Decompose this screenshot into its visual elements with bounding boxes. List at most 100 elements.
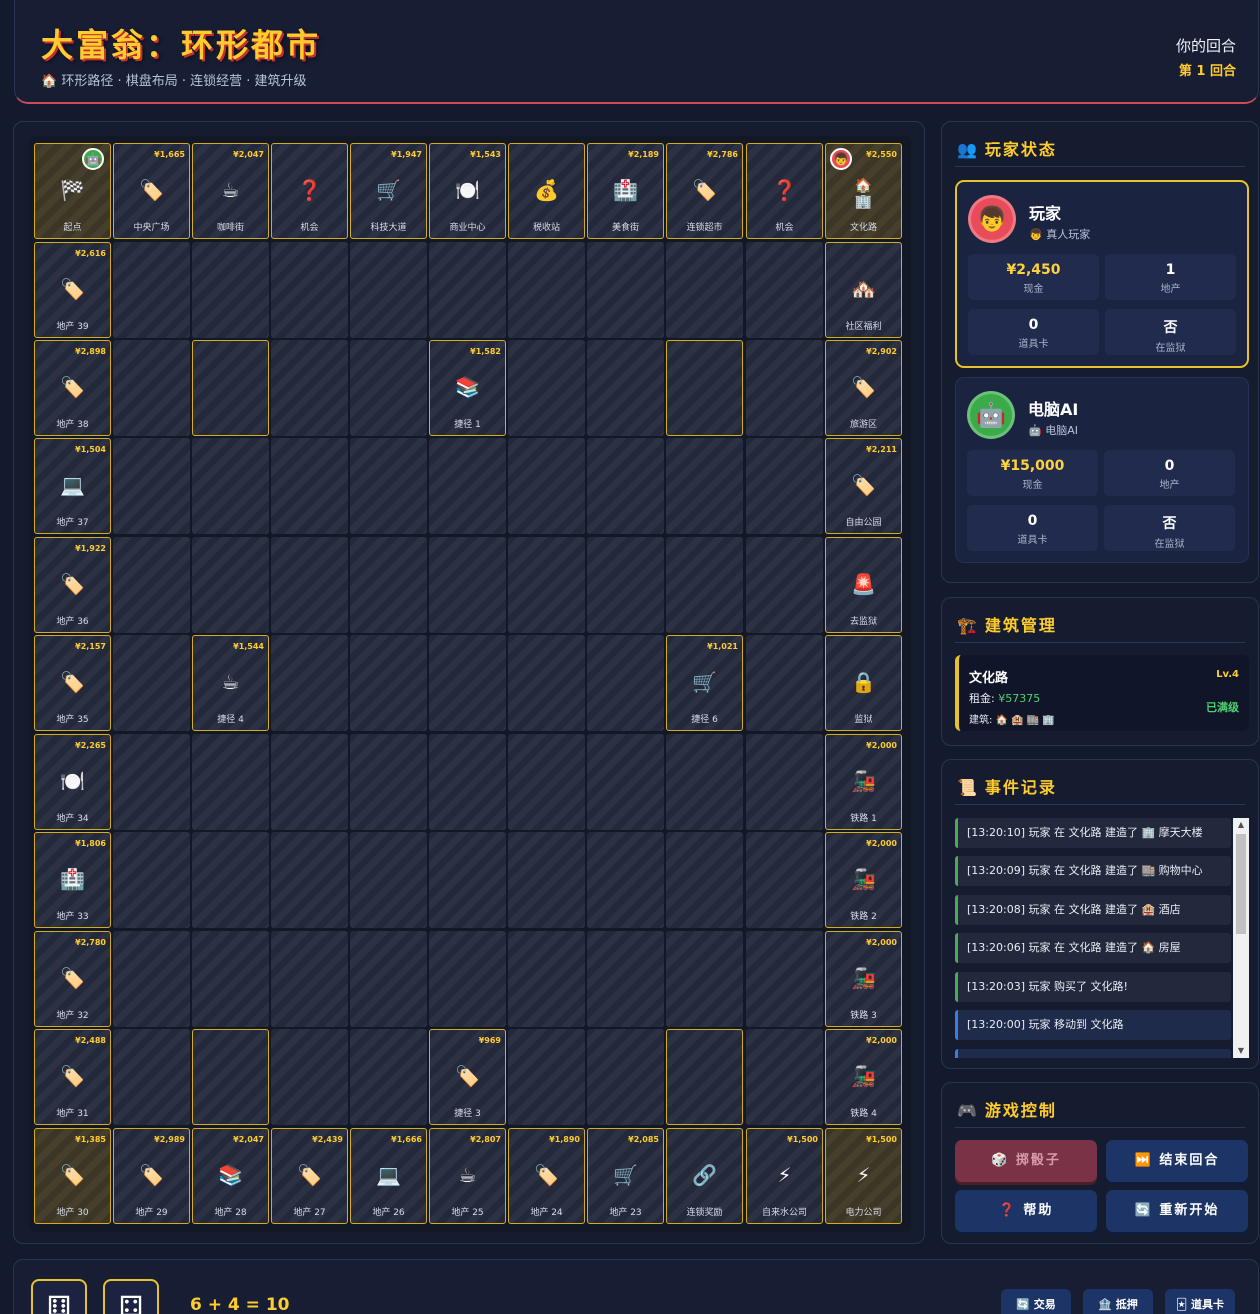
inner-cell	[746, 537, 823, 633]
property-tile[interactable]: ¥2,989 🏷️ 地产 29	[113, 1128, 190, 1224]
property-tile[interactable]: ¥2,807 ☕ 地产 25	[429, 1128, 506, 1224]
tile-price: ¥2,898	[75, 347, 106, 356]
property-tile[interactable]: ¥2,786 🏷️ 连锁超市	[666, 143, 743, 239]
inner-cell	[429, 832, 506, 928]
tile-price: ¥2,488	[75, 1036, 106, 1045]
restart-button[interactable]: 🔄 重新开始	[1106, 1190, 1248, 1232]
inner-cell	[271, 438, 348, 534]
building-card[interactable]: 文化路 Lv.4 租金: ¥57375 建筑: 🏠 🏨 🏬 🏢 已满级	[955, 655, 1249, 731]
tile-icon: 🏷️	[455, 1064, 480, 1088]
stat-properties: 1 地产	[1105, 254, 1236, 300]
tile-icon: 📚	[455, 375, 480, 399]
property-tile[interactable]: ¥2,439 🏷️ 地产 27	[271, 1128, 348, 1224]
property-tile[interactable]: ¥2,189 🏥 美食街	[587, 143, 664, 239]
property-tile[interactable]: ❓ 机会	[746, 143, 823, 239]
gamepad-icon: 🎮	[957, 1101, 979, 1120]
cards-button[interactable]: 🃏 道具卡	[1165, 1289, 1235, 1314]
tile-price: ¥1,500	[866, 1135, 897, 1144]
tile-name: 连锁超市	[686, 223, 723, 233]
roll-dice-button[interactable]: 🎲 掷骰子	[955, 1140, 1097, 1182]
inner-cell	[113, 734, 190, 830]
tile-price: ¥2,047	[233, 150, 264, 159]
tile-icon: 🏷️	[60, 572, 85, 596]
player-card-ai[interactable]: 🤖 电脑AI 🤖 电脑AI ¥15,000 现金 0 地产 0 道具卡 否在监狱	[955, 377, 1249, 563]
property-tile[interactable]: ¥1,890 🏷️ 地产 24	[508, 1128, 585, 1224]
property-tile[interactable]: ¥1,504 💻 地产 37	[34, 438, 111, 534]
dice-bar: ⚅ ⚃ 6 + 4 = 10 🔄 交易 🏦 抵押 🃏 道具卡	[13, 1259, 1259, 1314]
property-tile[interactable]: ¥1,947 🛒 科技大道	[350, 143, 427, 239]
property-tile[interactable]: ¥2,047 📚 地产 28	[192, 1128, 269, 1224]
shortcut-tile[interactable]: ¥1,544 ☕ 捷径 4	[192, 635, 269, 731]
property-tile[interactable]: ¥2,265 🍽️ 地产 34	[34, 734, 111, 830]
shortcut-tile[interactable]: ¥969 🏷️ 捷径 3	[429, 1029, 506, 1125]
tile-icon: 🏷️	[139, 178, 164, 202]
property-tile[interactable]: 🔗 连锁奖励	[666, 1128, 743, 1224]
property-tile[interactable]: ¥2,902 🏷️ 旅游区	[825, 340, 902, 436]
inner-cell	[666, 537, 743, 633]
property-tile[interactable]: 🏘️ 社区福利	[825, 242, 902, 338]
property-tile[interactable]: ¥1,665 🏷️ 中央广场	[113, 143, 190, 239]
property-tile[interactable]: 🚨 去监狱	[825, 537, 902, 633]
tile-name: 地产 23	[609, 1208, 642, 1218]
property-tile[interactable]: ¥2,616 🏷️ 地产 39	[34, 242, 111, 338]
log-scrollbar[interactable]: ▲ ▼	[1233, 818, 1249, 1058]
trade-button[interactable]: 🔄 交易	[1001, 1289, 1071, 1314]
tile-name: 地产 24	[530, 1208, 563, 1218]
property-tile[interactable]: ¥2,000 🚂 铁路 1	[825, 734, 902, 830]
property-tile[interactable]: ¥2,780 🏷️ 地产 32	[34, 931, 111, 1027]
event-log[interactable]: [13:20:10] 玩家 在 文化路 建造了 🏢 摩天大楼 [13:20:09…	[955, 818, 1249, 1058]
scroll-thumb[interactable]	[1236, 834, 1246, 934]
inner-cell	[746, 931, 823, 1027]
property-tile[interactable]: ¥1,500 ⚡ 自来水公司	[746, 1128, 823, 1224]
shortcut-tile[interactable]: ¥1,021 🛒 捷径 6	[666, 635, 743, 731]
property-tile[interactable]: ¥2,898 🏷️ 地产 38	[34, 340, 111, 436]
corner-tile[interactable]: 🏁 起点 🤖	[34, 143, 111, 239]
scroll-down-icon[interactable]: ▼	[1233, 1044, 1249, 1058]
inner-cell	[429, 438, 506, 534]
tile-name: 中央广场	[133, 223, 170, 233]
property-tile[interactable]: ¥2,000 🚂 铁路 3	[825, 931, 902, 1027]
shortcut-tile[interactable]: ¥1,582 📚 捷径 1	[429, 340, 506, 436]
help-button[interactable]: ❓ 帮助	[955, 1190, 1097, 1232]
property-tile[interactable]: ¥2,000 🚂 铁路 4	[825, 1029, 902, 1125]
property-tile[interactable]: ¥1,543 🍽️ 商业中心	[429, 143, 506, 239]
corner-tile[interactable]: ¥1,500 ⚡ 电力公司	[825, 1128, 902, 1224]
property-tile[interactable]: ¥1,806 🏥 地产 33	[34, 832, 111, 928]
property-tile[interactable]: ¥2,085 🛒 地产 23	[587, 1128, 664, 1224]
mortgage-button[interactable]: 🏦 抵押	[1083, 1289, 1153, 1314]
corner-tile[interactable]: ¥1,385 🏷️ 地产 30	[34, 1128, 111, 1224]
crane-icon: 🏗️	[957, 616, 979, 635]
property-tile[interactable]: ¥2,047 ☕ 咖啡街	[192, 143, 269, 239]
scroll-up-icon[interactable]: ▲	[1233, 818, 1249, 832]
tile-price: ¥1,385	[75, 1135, 106, 1144]
tile-name: 社区福利	[845, 322, 882, 332]
property-tile[interactable]: ¥2,211 🏷️ 自由公园	[825, 438, 902, 534]
player-type: 🤖 电脑AI	[1028, 424, 1078, 437]
player-token: 👦	[830, 148, 852, 170]
tile-price: ¥2,000	[866, 839, 897, 848]
property-tile[interactable]: ¥2,488 🏷️ 地产 31	[34, 1029, 111, 1125]
property-tile[interactable]: ¥1,666 💻 地产 26	[350, 1128, 427, 1224]
inner-cell	[666, 438, 743, 534]
tile-price: ¥2,000	[866, 938, 897, 947]
property-tile[interactable]: ❓ 机会	[271, 143, 348, 239]
tile-price: ¥2,902	[866, 347, 897, 356]
property-tile[interactable]: ¥1,922 🏷️ 地产 36	[34, 537, 111, 633]
tile-name: 自来水公司	[761, 1208, 807, 1218]
log-item: [13:20:10] 玩家 在 文化路 建造了 🏢 摩天大楼	[955, 818, 1231, 848]
building-panel: 🏗️ 建筑管理 文化路 Lv.4 租金: ¥57375 建筑: 🏠 🏨 🏬 🏢 已…	[941, 597, 1259, 746]
tile-name: 地产 32	[56, 1011, 89, 1021]
tile-price: ¥1,582	[470, 347, 501, 356]
end-turn-button[interactable]: ⏭️ 结束回合	[1106, 1140, 1248, 1182]
property-tile[interactable]: 🔒 监狱	[825, 635, 902, 731]
player-card-human[interactable]: 👦 玩家 👦 真人玩家 ¥2,450 现金 1 地产 0 道具卡 否在监狱	[955, 180, 1249, 368]
property-tile[interactable]: ¥2,157 🏷️ 地产 35	[34, 635, 111, 731]
round-indicator: 第 1 回合	[1178, 64, 1236, 79]
tile-price: ¥2,989	[154, 1135, 185, 1144]
property-tile[interactable]: ¥2,000 🚂 铁路 2	[825, 832, 902, 928]
stat-cards: 0 道具卡	[967, 505, 1098, 551]
inner-cell	[746, 340, 823, 436]
stat-jail: 否在监狱	[1105, 309, 1236, 355]
property-tile[interactable]: 💰 税收站	[508, 143, 585, 239]
corner-tile[interactable]: ¥2,550 🏠 🏢 文化路 👦	[825, 143, 902, 239]
